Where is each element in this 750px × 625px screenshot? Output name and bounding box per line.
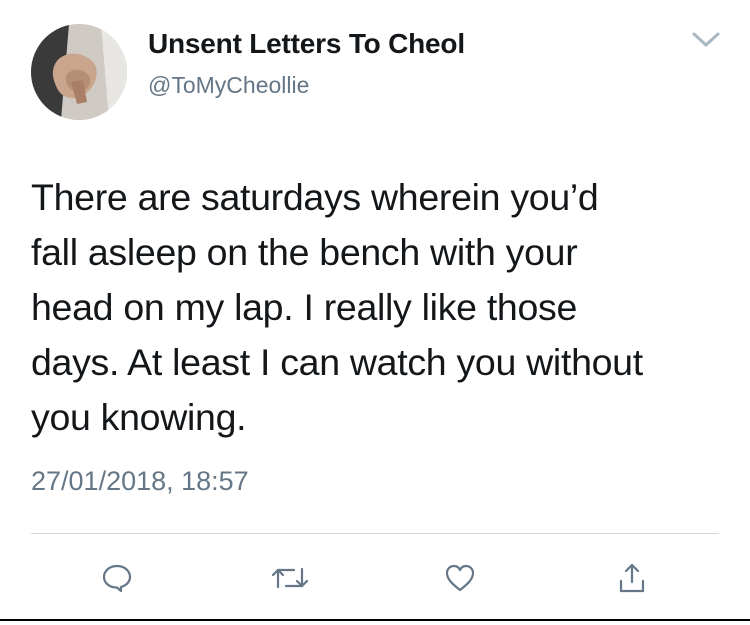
bottom-border bbox=[0, 619, 750, 621]
tweet-text-line: There are saturdays wherein you’d bbox=[31, 176, 599, 218]
retweet-icon bbox=[271, 567, 309, 589]
like-button[interactable] bbox=[440, 558, 480, 598]
heart-icon bbox=[445, 564, 475, 592]
divider bbox=[31, 533, 719, 534]
timestamp[interactable]: 27/01/2018, 18:57 bbox=[31, 466, 249, 497]
tweet-text: There are saturdays wherein you’d fall a… bbox=[31, 170, 731, 445]
share-icon bbox=[619, 563, 645, 593]
tweet-text-line: fall asleep on the bench with your bbox=[31, 231, 578, 273]
tweet-text-line: you knowing. bbox=[31, 396, 247, 438]
action-bar bbox=[0, 548, 750, 608]
avatar-photo-icon bbox=[31, 24, 127, 120]
tweet-text-line: days. At least I can watch you without bbox=[31, 341, 643, 383]
user-handle[interactable]: @ToMyCheollie bbox=[148, 72, 309, 99]
chevron-down-icon[interactable] bbox=[688, 28, 724, 52]
tweet-text-line: head on my lap. I really like those bbox=[31, 286, 578, 328]
display-name[interactable]: Unsent Letters To Cheol bbox=[148, 28, 465, 60]
share-button[interactable] bbox=[612, 558, 652, 598]
comment-icon bbox=[102, 564, 132, 593]
tweet-card: Unsent Letters To Cheol @ToMyCheollie Th… bbox=[0, 0, 750, 625]
retweet-button[interactable] bbox=[270, 558, 310, 598]
reply-button[interactable] bbox=[97, 558, 137, 598]
avatar[interactable] bbox=[31, 24, 127, 120]
